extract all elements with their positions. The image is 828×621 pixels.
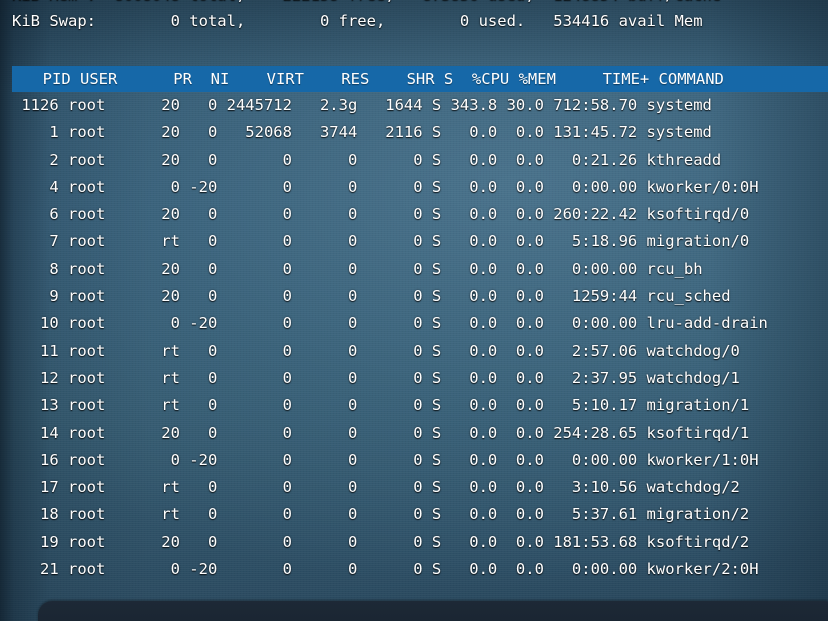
bottom-dock-panel[interactable]: [38, 601, 828, 621]
process-row[interactable]: 16 root 0 -20 0 0 0 S 0.0 0.0 0:00.00 kw…: [0, 447, 828, 474]
swap-summary-line: KiB Swap: 0 total, 0 free, 0 used. 53441…: [12, 12, 703, 30]
process-row[interactable]: 18 root rt 0 0 0 0 S 0.0 0.0 5:37.61 mig…: [0, 501, 828, 528]
process-row[interactable]: 8 root 20 0 0 0 0 S 0.0 0.0 0:00.00 rcu_…: [0, 256, 828, 283]
process-row[interactable]: 1126 root 20 0 2445712 2.3g 1644 S 343.8…: [0, 92, 828, 119]
process-row[interactable]: 21 root 0 -20 0 0 0 S 0.0 0.0 0:00.00 kw…: [0, 556, 828, 583]
process-table-header[interactable]: PID USER PR NI VIRT RES SHR S %CPU %MEM …: [12, 66, 828, 92]
process-row[interactable]: 7 root rt 0 0 0 0 S 0.0 0.0 5:18.96 migr…: [0, 228, 828, 255]
process-row[interactable]: 11 root rt 0 0 0 0 S 0.0 0.0 2:57.06 wat…: [0, 338, 828, 365]
process-table-body: 1126 root 20 0 2445712 2.3g 1644 S 343.8…: [0, 92, 828, 583]
process-row[interactable]: 12 root rt 0 0 0 0 S 0.0 0.0 2:37.95 wat…: [0, 365, 828, 392]
process-row[interactable]: 9 root 20 0 0 0 0 S 0.0 0.0 1259:44 rcu_…: [0, 283, 828, 310]
process-row[interactable]: 2 root 20 0 0 0 0 S 0.0 0.0 0:21.26 kthr…: [0, 147, 828, 174]
process-row[interactable]: 10 root 0 -20 0 0 0 S 0.0 0.0 0:00.00 lr…: [0, 310, 828, 337]
top-terminal-output[interactable]: KiB Mem : 8008048 total, 222158 free, 87…: [0, 0, 828, 578]
process-row[interactable]: 14 root 20 0 0 0 0 S 0.0 0.0 254:28.65 k…: [0, 420, 828, 447]
process-row[interactable]: 17 root rt 0 0 0 0 S 0.0 0.0 3:10.56 wat…: [0, 474, 828, 501]
process-row[interactable]: 4 root 0 -20 0 0 0 S 0.0 0.0 0:00.00 kwo…: [0, 174, 828, 201]
desktop-screen: KiB Mem : 8008048 total, 222158 free, 87…: [0, 0, 828, 621]
process-row[interactable]: 19 root 20 0 0 0 0 S 0.0 0.0 181:53.68 k…: [0, 529, 828, 556]
process-row[interactable]: 6 root 20 0 0 0 0 S 0.0 0.0 260:22.42 ks…: [0, 201, 828, 228]
process-row[interactable]: 1 root 20 0 52068 3744 2116 S 0.0 0.0 13…: [0, 119, 828, 146]
process-row[interactable]: 13 root rt 0 0 0 0 S 0.0 0.0 5:10.17 mig…: [0, 392, 828, 419]
